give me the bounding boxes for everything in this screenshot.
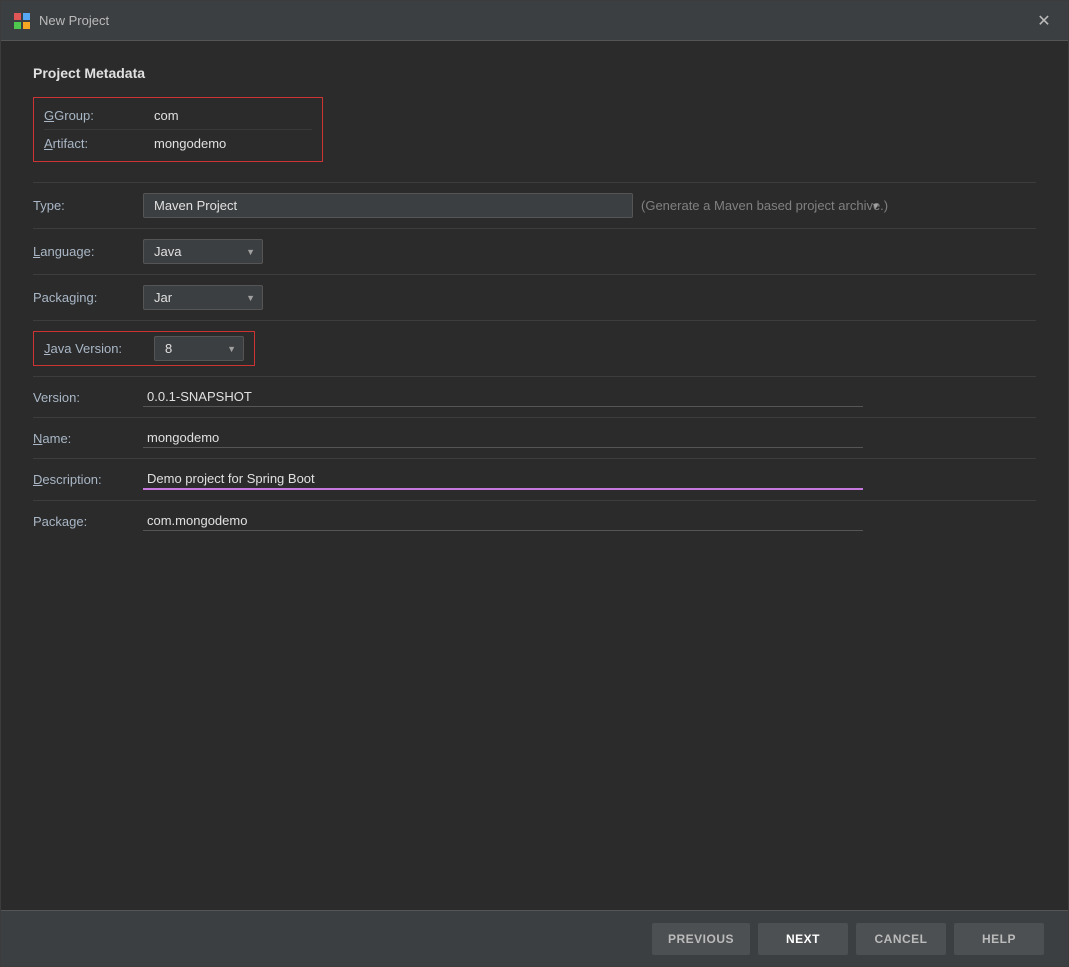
java-version-label: Java Version: <box>44 341 154 356</box>
bottom-bar: PREVIOUS NEXT CANCEL HELP <box>1 910 1068 966</box>
language-select-wrapper: Java Kotlin Groovy <box>143 239 263 264</box>
new-project-dialog: New Project ✕ Project Metadata GGroup: c… <box>0 0 1069 967</box>
name-row: Name: <box>33 417 1036 458</box>
help-button[interactable]: HELP <box>954 923 1044 955</box>
type-label: Type: <box>33 198 143 213</box>
close-button[interactable]: ✕ <box>1032 9 1056 33</box>
artifact-value: mongodemo <box>154 136 226 151</box>
previous-button[interactable]: PREVIOUS <box>652 923 750 955</box>
title-bar: New Project ✕ <box>1 1 1068 41</box>
package-row: Package: <box>33 500 1036 541</box>
title-bar-left: New Project <box>13 12 109 30</box>
description-input[interactable] <box>143 469 863 490</box>
name-input[interactable] <box>143 428 863 448</box>
version-row: Version: <box>33 376 1036 417</box>
group-artifact-bordered: GGroup: com Artifact: mongodemo <box>33 97 323 162</box>
language-row: Language: Java Kotlin Groovy <box>33 228 1036 274</box>
type-row: Type: Maven Project Gradle Project (Gene… <box>33 182 1036 228</box>
java-version-bordered: Java Version: 8 11 17 21 <box>33 331 255 366</box>
group-row: GGroup: com <box>44 102 312 129</box>
version-input[interactable] <box>143 387 863 407</box>
group-label: GGroup: <box>44 108 154 123</box>
packaging-select[interactable]: Jar War <box>143 285 263 310</box>
type-select[interactable]: Maven Project Gradle Project <box>143 193 633 218</box>
package-label: Package: <box>33 514 143 529</box>
group-value: com <box>154 108 179 123</box>
packaging-row: Packaging: Jar War <box>33 274 1036 320</box>
version-label: Version: <box>33 390 143 405</box>
name-label: Name: <box>33 431 143 446</box>
dialog-title: New Project <box>39 13 109 28</box>
java-version-select-wrapper: 8 11 17 21 <box>154 336 244 361</box>
package-input[interactable] <box>143 511 863 531</box>
description-label: Description: <box>33 472 143 487</box>
type-hint: (Generate a Maven based project archive.… <box>641 198 888 213</box>
language-label: Language: <box>33 244 143 259</box>
java-version-select[interactable]: 8 11 17 21 <box>154 336 244 361</box>
section-title: Project Metadata <box>33 65 1036 81</box>
artifact-row: Artifact: mongodemo <box>44 129 312 157</box>
next-button[interactable]: NEXT <box>758 923 848 955</box>
cancel-button[interactable]: CANCEL <box>856 923 946 955</box>
language-select[interactable]: Java Kotlin Groovy <box>143 239 263 264</box>
dialog-body: Project Metadata GGroup: com Artifact: m… <box>1 41 1068 910</box>
java-version-outer-row: Java Version: 8 11 17 21 <box>33 320 1036 376</box>
type-select-wrapper: Maven Project Gradle Project (Generate a… <box>143 193 888 218</box>
artifact-label: Artifact: <box>44 136 154 151</box>
app-icon <box>13 12 31 30</box>
description-row: Description: <box>33 458 1036 500</box>
packaging-label: Packaging: <box>33 290 143 305</box>
packaging-select-wrapper: Jar War <box>143 285 263 310</box>
